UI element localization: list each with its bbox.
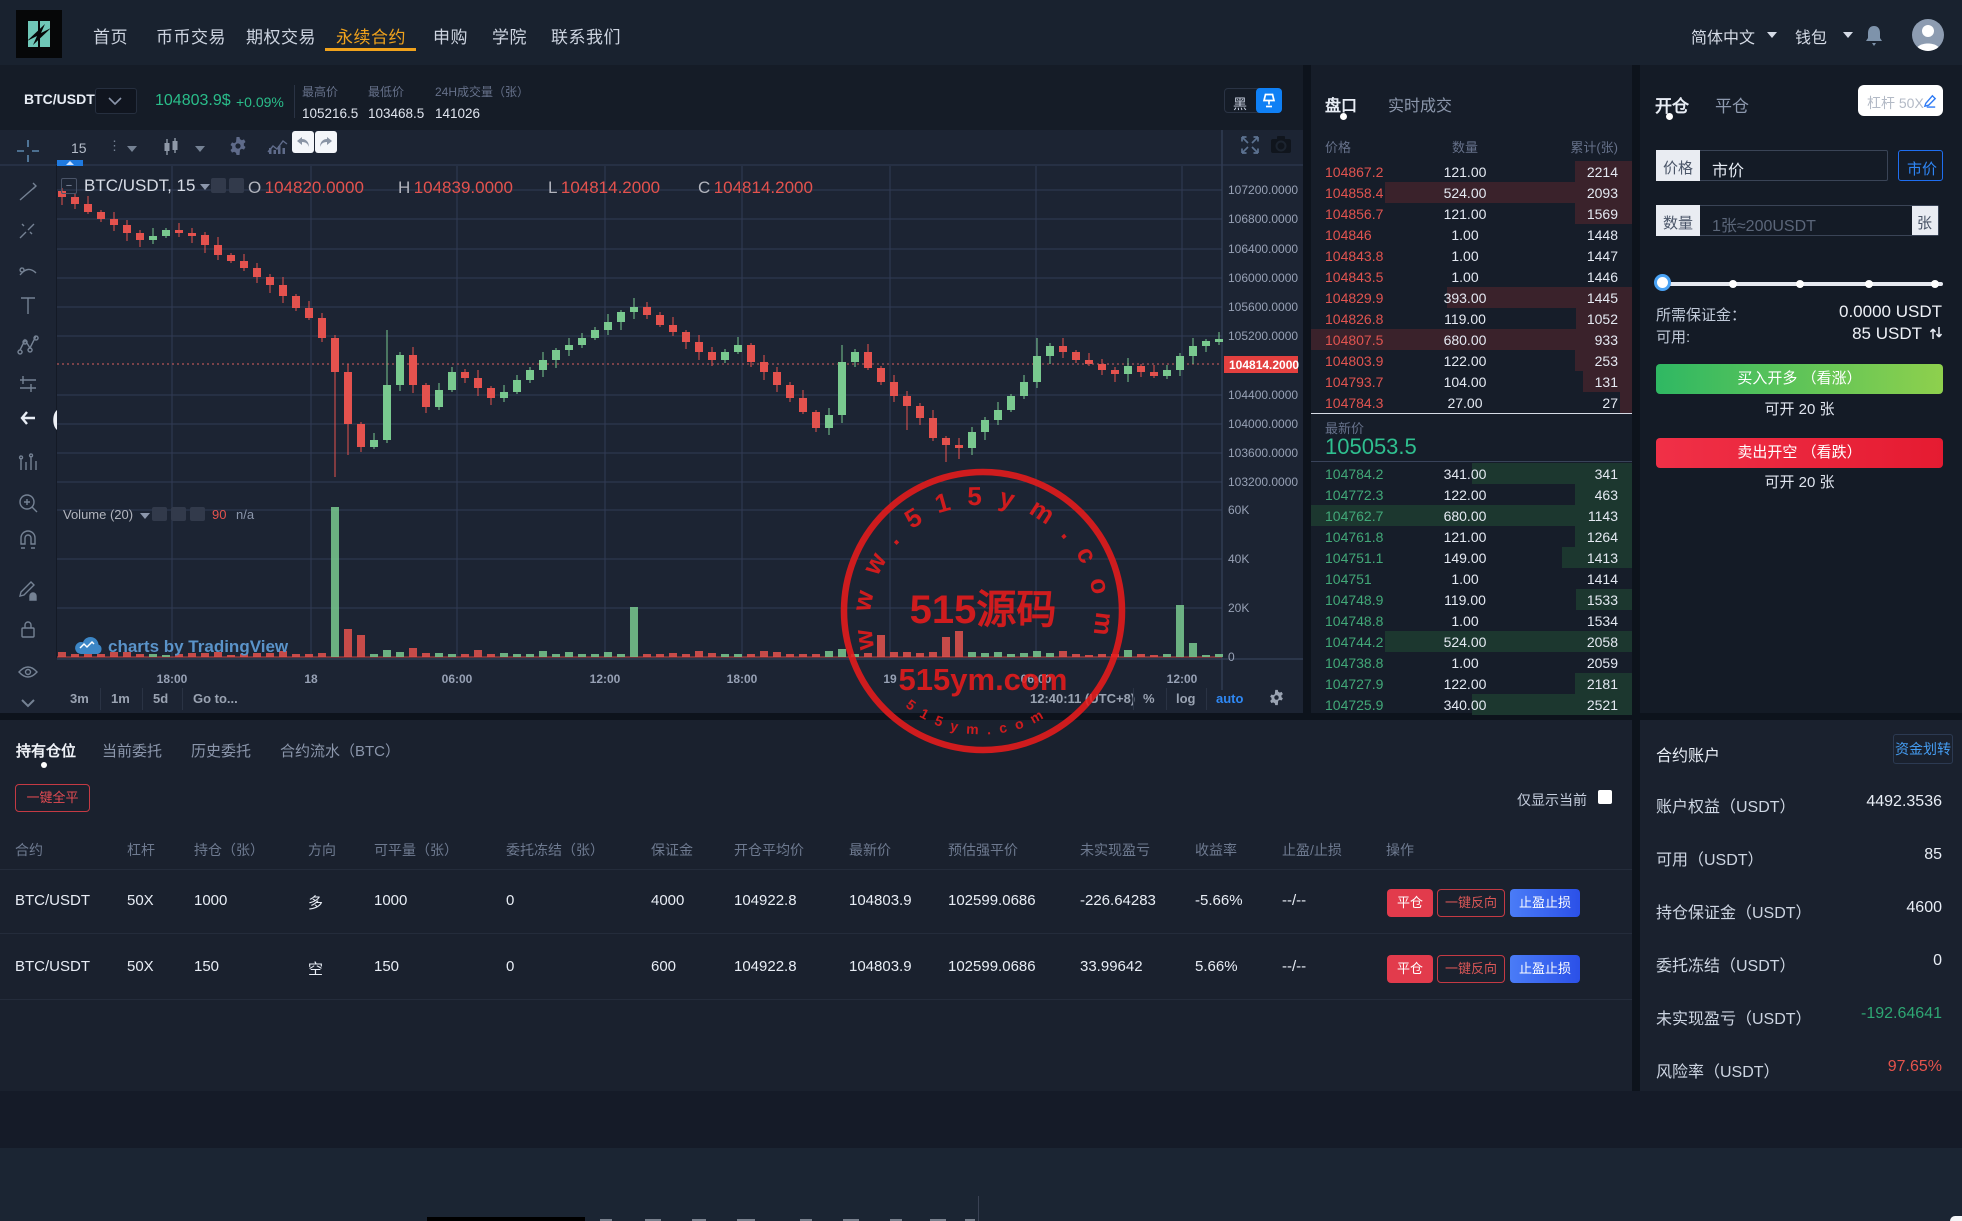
svg-text:515ym.com: 515ym.com <box>903 696 1053 738</box>
svg-text:515源码: 515源码 <box>910 588 1057 632</box>
svg-text:515ym.com: 515ym.com <box>899 662 1068 697</box>
